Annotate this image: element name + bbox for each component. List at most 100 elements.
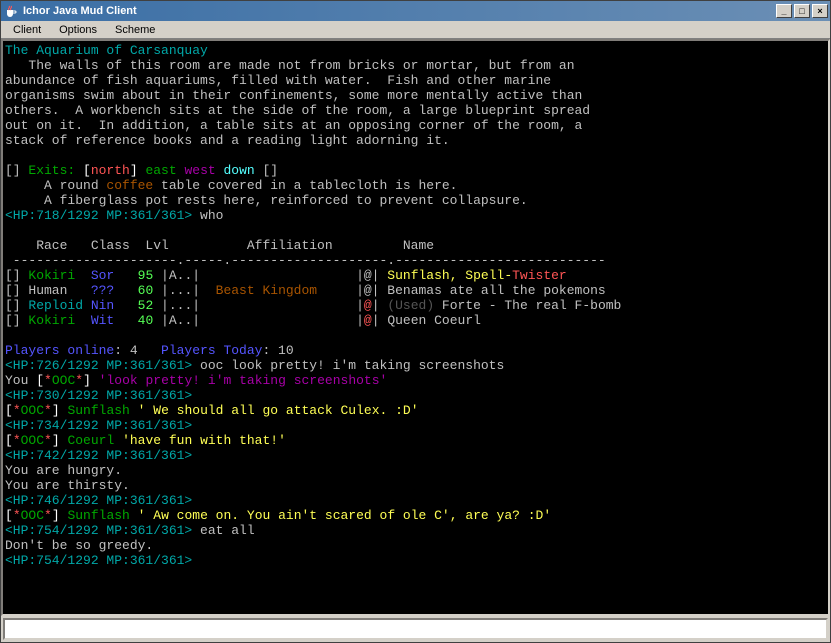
bracket: [ [5, 403, 13, 418]
who-race: Kokiri [28, 268, 90, 283]
close-button[interactable]: × [812, 4, 828, 18]
who-lvl: 95 [138, 268, 161, 283]
java-cup-icon [3, 3, 19, 19]
ooc-tag: OOC [21, 403, 44, 418]
bracket: ] [52, 508, 68, 523]
menu-options[interactable]: Options [51, 23, 105, 37]
who-name: Sunflash, Spell- [387, 268, 512, 283]
who-class: Wit [91, 313, 138, 328]
who-at: @ [364, 298, 372, 313]
room-desc: stack of reference books and a reading l… [5, 133, 450, 148]
players-online-label: Players online [5, 343, 114, 358]
prompt: <HP:742/1292 MP:361/361> [5, 448, 192, 463]
who-lvl: 60 [138, 283, 161, 298]
who-rule: ---------------------.-----.------------… [5, 253, 606, 268]
bracket: [ [36, 373, 44, 388]
minimize-button[interactable]: _ [776, 4, 792, 18]
ooc-tag: OOC [21, 508, 44, 523]
room-item: A round [5, 178, 106, 193]
cmd-echo: ooc look pretty! i'm taking screenshots [192, 358, 504, 373]
terminal-output: The Aquarium of Carsanquay The walls of … [5, 43, 826, 612]
status-line: You are hungry. [5, 463, 122, 478]
prompt: <HP:718/1292 MP:361/361> [5, 208, 192, 223]
exit-north: north [91, 163, 130, 178]
room-item-hl: coffee [106, 178, 153, 193]
room-item: A fiberglass pot rests here, reinforced … [5, 193, 528, 208]
bracket: [ [5, 433, 13, 448]
minimize-icon: _ [781, 6, 786, 16]
room-item: table covered in a tablecloth is here. [153, 178, 457, 193]
who-race: Human [28, 283, 90, 298]
table-row: [] [5, 313, 28, 328]
status-line: Don't be so greedy. [5, 538, 153, 553]
cmd-echo: who [192, 208, 223, 223]
terminal-panel: The Aquarium of Carsanquay The walls of … [1, 39, 830, 616]
room-desc: abundance of fish aquariums, filled with… [5, 73, 551, 88]
cmd-echo: eat all [192, 523, 254, 538]
window-title: Ichor Java Mud Client [23, 5, 776, 17]
ooc-star: * [13, 433, 21, 448]
command-input-row [3, 618, 828, 640]
ooc-star: * [13, 508, 21, 523]
prompt: <HP:734/1292 MP:361/361> [5, 418, 192, 433]
exit-east: east [145, 163, 184, 178]
ooc-star: * [44, 508, 52, 523]
who-name: Twister [512, 268, 567, 283]
who-header: Race Class Lvl Affiliation Name [5, 238, 434, 253]
ooc-msg: ' We should all go attack Culex. :D' [138, 403, 419, 418]
who-flags: |A..| | [161, 313, 364, 328]
who-race: Reploid [28, 298, 90, 313]
status-line: You are thirsty. [5, 478, 130, 493]
menubar: Client Options Scheme [1, 21, 830, 39]
players-online-val: : 4 [114, 343, 161, 358]
players-today-label: Players Today [161, 343, 262, 358]
ooc-speaker: Coeurl [67, 433, 122, 448]
menu-client[interactable]: Client [5, 23, 49, 37]
who-race: Kokiri [28, 313, 90, 328]
bracket: ] [130, 163, 146, 178]
ooc-star: * [44, 373, 52, 388]
ooc-star: * [44, 403, 52, 418]
room-desc: organisms swim about in their confinemen… [5, 88, 582, 103]
close-icon: × [817, 6, 822, 16]
titlebar: Ichor Java Mud Client _ □ × [1, 1, 830, 21]
exits-label: Exits: [28, 163, 83, 178]
exits-lbracket: [] [5, 163, 28, 178]
command-input[interactable] [5, 620, 826, 638]
who-flags: |...| | [161, 298, 364, 313]
prompt: <HP:754/1292 MP:361/361> [5, 523, 192, 538]
ooc-star: * [13, 403, 21, 418]
ooc-msg: 'have fun with that!' [122, 433, 286, 448]
who-class: Nin [91, 298, 138, 313]
ooc-tag: OOC [21, 433, 44, 448]
prompt: <HP:754/1292 MP:361/361> [5, 553, 192, 568]
bracket: ] [52, 433, 68, 448]
table-row: [] [5, 283, 28, 298]
table-row: [] [5, 298, 28, 313]
bracket: [ [5, 508, 13, 523]
exits-tail: [] [255, 163, 278, 178]
bracket: ] [52, 403, 68, 418]
maximize-button[interactable]: □ [794, 4, 810, 18]
who-used: (Used) [387, 298, 434, 313]
exit-down: down [223, 163, 254, 178]
ooc-star: * [44, 433, 52, 448]
ooc-speaker: Sunflash [67, 508, 137, 523]
who-name: Queen Coeurl [387, 313, 481, 328]
ooc-msg: 'look pretty! i'm taking screenshots' [99, 373, 388, 388]
prompt: <HP:726/1292 MP:361/361> [5, 358, 192, 373]
ooc-speaker: Sunflash [67, 403, 137, 418]
who-name: Forte - The real F-bomb [434, 298, 621, 313]
prompt: <HP:730/1292 MP:361/361> [5, 388, 192, 403]
room-desc: out on it. In addition, a table sits at … [5, 118, 582, 133]
room-desc: others. A workbench sits at the side of … [5, 103, 590, 118]
app-window: Ichor Java Mud Client _ □ × Client Optio… [0, 0, 831, 643]
maximize-icon: □ [799, 6, 804, 16]
who-class: Sor [91, 268, 138, 283]
prompt: <HP:746/1292 MP:361/361> [5, 493, 192, 508]
who-class: ??? [91, 283, 138, 298]
who-flags: | [372, 313, 388, 328]
players-today-val: : 10 [262, 343, 293, 358]
menu-scheme[interactable]: Scheme [107, 23, 163, 37]
exit-west: west [184, 163, 223, 178]
